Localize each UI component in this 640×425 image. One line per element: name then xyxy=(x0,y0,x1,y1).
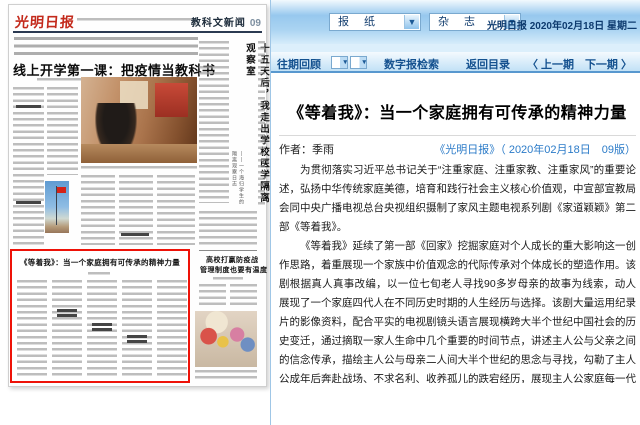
micro-subhead xyxy=(92,323,112,326)
micro-text-column xyxy=(157,280,187,376)
micro-text-column xyxy=(81,175,115,245)
micro-subhead xyxy=(57,314,77,317)
newspaper-masthead: 光明日报 xyxy=(14,12,75,32)
column-rule xyxy=(199,250,257,251)
right-article-headline-1: 高校打赢防疫战 xyxy=(206,255,259,265)
digital-search-link[interactable]: 数字报检索 xyxy=(384,56,439,72)
right-article-headline-2: 管理制度也要有温度 xyxy=(200,265,268,275)
photo-desk-area xyxy=(81,144,197,163)
micro-text-lead xyxy=(14,37,198,58)
article-content: 《等着我》：当一个家庭拥有可传承的精神力量 作者：季雨 《光明日报》（ 2020… xyxy=(271,73,640,425)
micro-text-column xyxy=(13,87,44,245)
highlighted-headline: 《等着我》：当一个家庭拥有可传承的精神力量 xyxy=(14,257,186,268)
reader-panel: 报 纸 ▼ 杂 志 ▼ 光明日报 2020年02月18日 星期二 往期回顾 ▾ … xyxy=(270,0,640,425)
return-toc-link[interactable]: 返回目录 xyxy=(466,56,510,72)
micro-text-column xyxy=(122,280,152,376)
masthead-date: 光明日报 2020年02月18日 星期二 xyxy=(487,17,637,32)
app-root: 光明日报 教科文新闻 09 线上开学第一课：把疫情当教科书 xyxy=(0,0,640,425)
micro-text-column xyxy=(52,280,82,376)
title-divider xyxy=(279,135,636,136)
micro-text-column xyxy=(230,284,257,308)
photo-flag-raising xyxy=(45,181,69,233)
article-title: 《等着我》：当一个家庭拥有可传承的精神力量 xyxy=(279,99,636,123)
article-author: 作者：季雨 xyxy=(279,141,334,157)
micro-subhead xyxy=(16,201,41,204)
micro-text-byline xyxy=(88,272,110,275)
micro-subhead xyxy=(92,328,112,331)
article-source: 《光明日报》（ 2020年02月18日 09版） xyxy=(434,141,636,157)
micro-subhead xyxy=(57,309,77,312)
highlighted-article-region[interactable]: 《等着我》：当一个家庭拥有可传承的精神力量 xyxy=(10,249,190,383)
article-paragraph: 《等着我》延续了第一部《回家》挖掘家庭对个人成长的重大影响这一创作思路，着重展现… xyxy=(279,237,636,383)
article-paragraph: 为贯彻落实习近平总书记关于“注重家庭、注重家教、注重家风”的重要论述，弘扬中华传… xyxy=(279,161,636,237)
paper-type-select[interactable]: 报 纸 ▼ xyxy=(329,13,421,31)
back-issues-link[interactable]: 往期回顾 xyxy=(277,56,321,72)
micro-text-byline xyxy=(213,277,243,280)
micro-subhead xyxy=(127,340,147,343)
micro-subhead xyxy=(121,233,149,236)
chevron-down-icon[interactable]: ▼ xyxy=(404,15,419,29)
paper-type-select-value: 报 纸 xyxy=(338,16,381,28)
section-name: 教科文新闻 xyxy=(191,14,246,29)
micro-text-column xyxy=(199,284,226,308)
micro-subhead xyxy=(127,335,147,338)
issue-year-select[interactable]: ▾ xyxy=(331,56,348,69)
issue-month-select[interactable]: ▾ xyxy=(350,56,367,69)
magazine-type-select-value: 杂 志 xyxy=(438,16,481,28)
newspaper-page-thumbnail[interactable]: 光明日报 教科文新闻 09 线上开学第一课：把疫情当教科书 xyxy=(8,4,267,387)
red-flag xyxy=(57,187,66,193)
vertical-headline: 十五天后，我走出学校医学隔离观察室 xyxy=(242,43,270,205)
micro-text-column xyxy=(258,41,265,205)
topbar-spacer xyxy=(271,44,640,52)
photo-online-class xyxy=(81,77,197,163)
article-body: 为贯彻落实习近平总书记关于“注重家庭、注重家教、注重家风”的重要论述，弘扬中华传… xyxy=(279,161,636,383)
micro-text-column xyxy=(199,211,257,245)
masthead-rule xyxy=(13,31,262,33)
section-header: 教科文新闻 09 xyxy=(191,14,261,29)
micro-text-dateline xyxy=(77,18,191,22)
micro-subhead xyxy=(16,105,41,108)
micro-text-column xyxy=(157,175,195,245)
micro-text-photo-caption xyxy=(195,370,257,379)
micro-text-column xyxy=(17,280,47,376)
photo-red-poster xyxy=(155,83,187,117)
micro-text-column xyxy=(47,87,78,175)
next-issue-link[interactable]: 下一期 〉 xyxy=(585,56,632,72)
micro-text-column xyxy=(199,41,229,203)
photo-bottom-right xyxy=(195,311,257,367)
page-number: 09 xyxy=(250,18,261,29)
micro-text-photo-caption xyxy=(81,166,197,170)
top-bar: 报 纸 ▼ 杂 志 ▼ 光明日报 2020年02月18日 星期二 xyxy=(271,0,640,44)
prev-issue-link[interactable]: 〈 上一期 xyxy=(527,56,574,72)
toolbar: 往期回顾 ▾ ▾ 数字报检索 返回目录 〈 上一期 下一期 〉 xyxy=(271,52,640,73)
